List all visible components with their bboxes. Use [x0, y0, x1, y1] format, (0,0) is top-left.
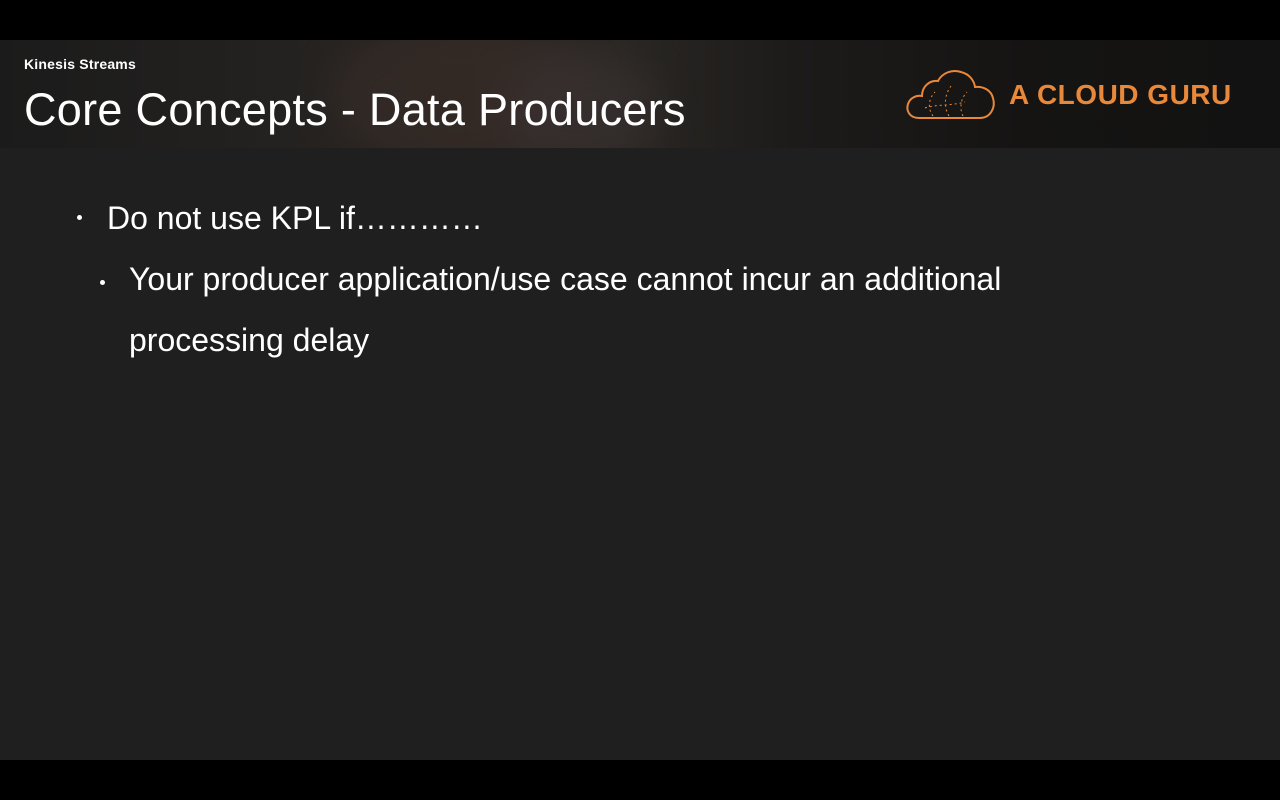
slide-title: Core Concepts - Data Producers — [24, 84, 686, 135]
slide-content: Do not use KPL if………… Your producer appl… — [0, 148, 1280, 760]
bullet-item: Do not use KPL if………… — [77, 190, 483, 246]
cloud-icon — [906, 70, 995, 119]
bullet-text: Do not use KPL if………… — [107, 200, 483, 236]
logo-text: A CLOUD GURU — [1009, 79, 1232, 110]
slide-header: Kinesis Streams Core Concepts - Data Pro… — [0, 40, 1280, 148]
bullet-dot-icon — [100, 280, 105, 285]
bullet-text: Your producer application/use case canno… — [129, 261, 1002, 358]
letterbox-top — [0, 0, 1280, 40]
letterbox-bottom — [0, 760, 1280, 800]
sub-bullet-item: Your producer application/use case canno… — [100, 249, 1100, 371]
section-kicker: Kinesis Streams — [24, 56, 136, 72]
a-cloud-guru-logo: A CLOUD GURU — [905, 68, 1232, 122]
slide: Kinesis Streams Core Concepts - Data Pro… — [0, 40, 1280, 760]
bullet-dot-icon — [77, 215, 82, 220]
